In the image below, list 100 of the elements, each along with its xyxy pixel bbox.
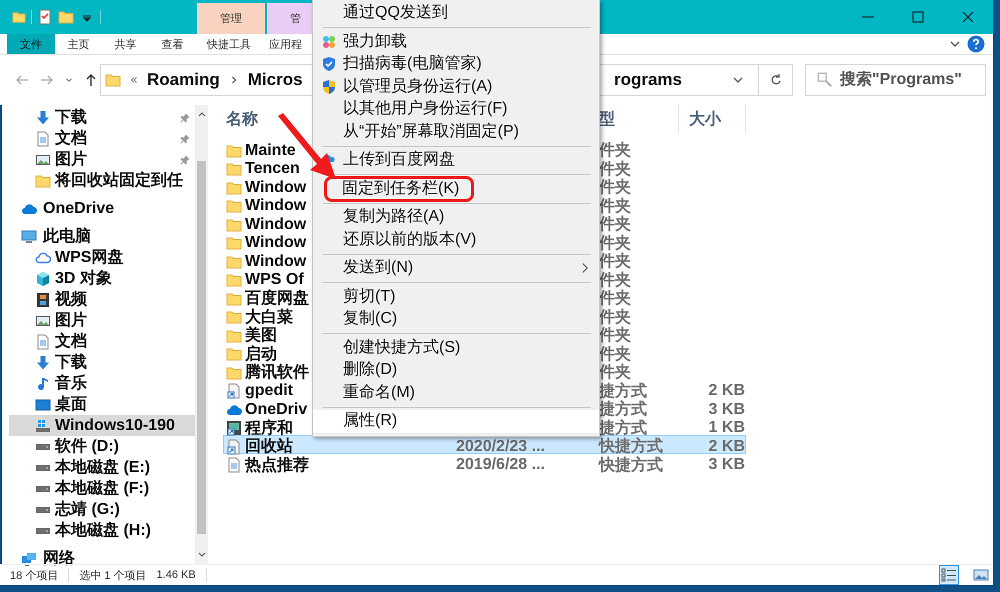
down-arrow-icon xyxy=(35,354,51,370)
folder-icon xyxy=(226,180,242,196)
menu-item-label: 发送到(N) xyxy=(343,259,414,278)
menu-item[interactable]: 属性(R) xyxy=(313,410,599,432)
menu-item[interactable]: 复制(C) xyxy=(313,308,599,330)
nav-item[interactable]: Windows10-190 xyxy=(9,415,196,436)
music-note-icon xyxy=(35,376,51,392)
pin-icon xyxy=(179,112,192,124)
file-size: 1 KB xyxy=(708,419,745,436)
file-type: 件夹 xyxy=(599,346,631,362)
folder-icon xyxy=(226,198,242,214)
nav-item-label: 下载 xyxy=(55,108,87,128)
menu-item-label: 创建快捷方式(S) xyxy=(343,338,460,357)
menu-item[interactable]: 重命名(M) xyxy=(313,382,599,404)
menu-item[interactable]: 创建快捷方式(S) xyxy=(313,336,599,359)
nav-item[interactable]: 将回收站固定到任 xyxy=(9,170,196,191)
folder-icon xyxy=(226,216,242,232)
menu-item[interactable]: 发送到(N) xyxy=(313,257,599,280)
nav-item[interactable]: 3D 对象 xyxy=(9,268,196,289)
menu-item[interactable]: 以其他用户身份运行(F) xyxy=(313,98,599,120)
file-type: 捷方式 xyxy=(599,382,647,400)
selected-row-highlight[interactable]: 回收站 2020/2/23 ... 快捷方式 2 KB xyxy=(223,435,746,454)
nav-item[interactable]: 图片 xyxy=(9,149,196,170)
nav-item[interactable]: 本地磁盘 (E:) xyxy=(9,457,196,478)
column-header[interactable]: 型 xyxy=(597,105,678,133)
folder-icon xyxy=(35,172,51,188)
nav-item[interactable]: 网络 xyxy=(9,548,196,569)
file-name: Window xyxy=(245,178,306,196)
file-type: 件夹 xyxy=(599,216,631,233)
nav-item[interactable]: 文档 xyxy=(9,128,196,149)
cube-icon xyxy=(35,270,51,286)
maximize-icon[interactable] xyxy=(910,9,926,25)
nav-item[interactable]: 下载 xyxy=(9,107,196,128)
nav-item[interactable]: 此电脑 xyxy=(9,226,196,247)
menu-item[interactable]: 删除(D) xyxy=(313,359,599,382)
column-header[interactable]: 大小 xyxy=(678,105,746,133)
nav-item[interactable]: 下载 xyxy=(9,352,196,373)
scroll-down-icon[interactable] xyxy=(198,552,206,558)
breadcrumb-item[interactable]: Micros xyxy=(248,70,303,90)
menu-item-label: 属性(R) xyxy=(343,412,398,430)
nav-item[interactable]: 音乐 xyxy=(9,373,196,394)
breadcrumb-item[interactable]: Roaming xyxy=(147,70,220,90)
nav-item[interactable]: 志靖 (G:) xyxy=(9,499,196,520)
shortcut-icon xyxy=(226,420,242,436)
nav-item[interactable]: OneDrive xyxy=(9,198,196,219)
file-type: 件夹 xyxy=(599,290,631,307)
checklist-icon[interactable] xyxy=(37,9,53,25)
file-type: 捷方式 xyxy=(599,420,647,436)
nav-item[interactable]: 本地磁盘 (H:) xyxy=(9,520,196,541)
menu-item[interactable]: 固定到任务栏(K) xyxy=(313,178,599,200)
double-chevron-icon[interactable] xyxy=(129,75,139,85)
nav-item[interactable]: 本地磁盘 (F:) xyxy=(9,478,196,499)
file-name: 百度网盘 xyxy=(245,288,309,308)
selection-size: 1.46 KB xyxy=(156,569,196,581)
file-name: Window xyxy=(245,216,306,234)
details-view-icon[interactable] xyxy=(941,567,957,583)
ribbon-tab[interactable]: 文件 xyxy=(7,34,55,54)
nav-item[interactable]: 文档 xyxy=(9,331,196,352)
file-type: 捷方式 xyxy=(599,401,647,418)
scrollbar[interactable] xyxy=(195,105,208,564)
nav-item-label: 本地磁盘 (F:) xyxy=(55,478,150,499)
item-count: 18 个项目 xyxy=(10,568,58,582)
file-size: 2 KB xyxy=(708,438,745,454)
nav-item-label: 图片 xyxy=(55,310,87,331)
document-icon xyxy=(35,334,51,350)
close-icon[interactable] xyxy=(960,9,976,25)
scroll-up-icon[interactable] xyxy=(198,111,206,117)
file-name: 腾讯软件 xyxy=(245,362,309,383)
nav-item-label: 本地磁盘 (E:) xyxy=(55,458,150,478)
breadcrumb-item[interactable]: rograms xyxy=(614,70,682,90)
nav-item-label: 视频 xyxy=(55,289,87,310)
help-icon[interactable] xyxy=(967,35,985,53)
large-icons-view-icon[interactable] xyxy=(973,567,989,583)
folder-icon xyxy=(226,161,242,177)
nav-item[interactable]: 图片 xyxy=(9,310,196,331)
menu-item-label: 还原以前的版本(V) xyxy=(343,230,476,249)
menu-item-label: 复制为路径(A) xyxy=(343,208,444,226)
down-arrow-icon xyxy=(35,110,51,126)
folder-icon xyxy=(226,272,242,288)
nav-item[interactable]: 视频 xyxy=(9,289,196,310)
file-name: Window xyxy=(245,252,306,270)
document-icon xyxy=(35,130,51,146)
shield-icon xyxy=(321,78,337,95)
nav-item[interactable]: 桌面 xyxy=(9,394,196,415)
menu-item[interactable]: 还原以前的版本(V) xyxy=(313,228,599,251)
nav-item[interactable]: WPS网盘 xyxy=(9,247,196,268)
folder-icon xyxy=(226,346,242,362)
menu-item[interactable]: 扫描病毒(电脑管家) xyxy=(313,53,599,76)
shortcut-icon xyxy=(226,383,242,399)
menu-item[interactable]: 以管理员身份运行(A) xyxy=(313,76,599,98)
file-name: 程序和 xyxy=(245,418,293,438)
file-name: gpedit xyxy=(245,382,293,400)
menu-item[interactable]: 剪切(T) xyxy=(313,286,599,308)
menu-item[interactable]: 从“开始”屏幕取消固定(P) xyxy=(313,120,599,143)
file-size: 3 KB xyxy=(708,456,745,473)
nav-item[interactable]: 软件 (D:) xyxy=(9,436,196,457)
nav-item-label: 文档 xyxy=(55,331,87,352)
folder-icon xyxy=(226,328,242,344)
menu-item-label: 删除(D) xyxy=(343,361,398,380)
menu-item[interactable]: 复制为路径(A) xyxy=(313,206,599,228)
